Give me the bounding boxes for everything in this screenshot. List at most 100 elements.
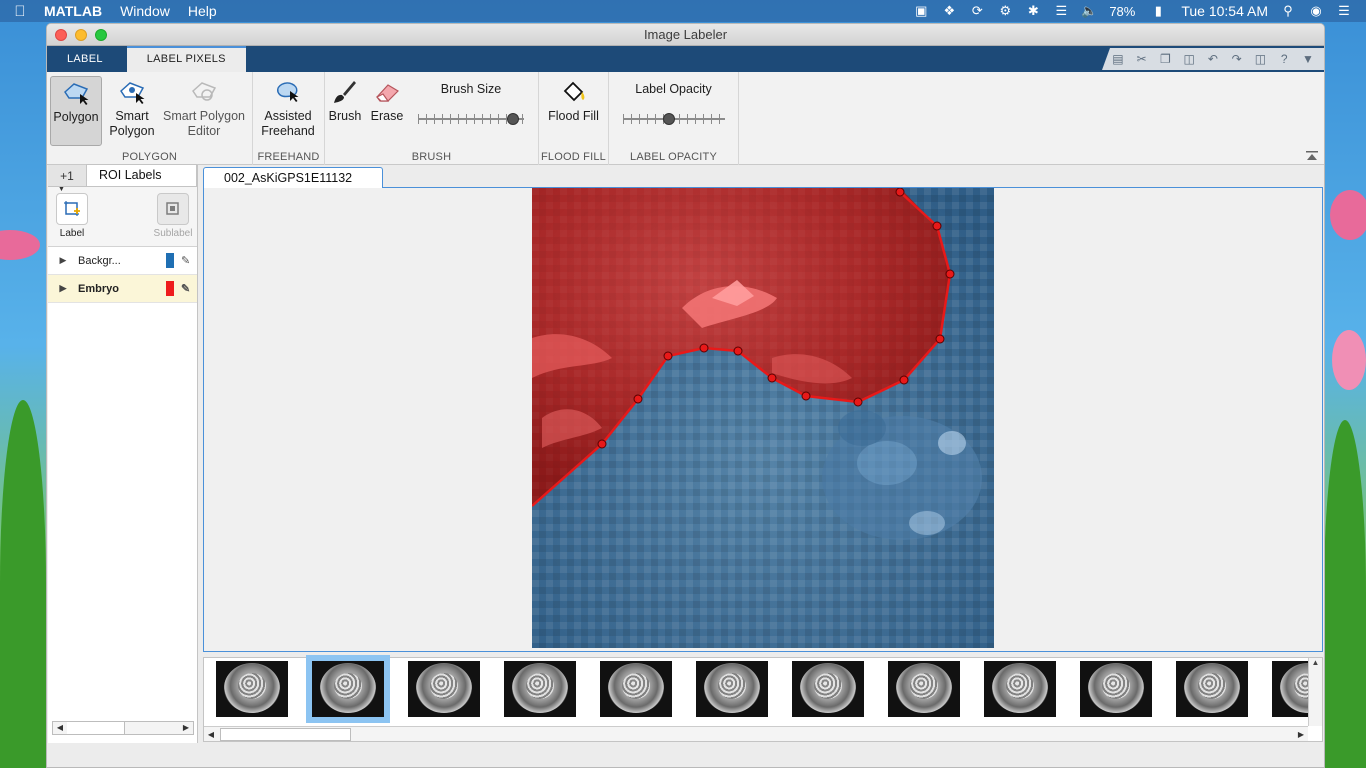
left-panel-horizontal-scrollbar[interactable]: ◀ ▶ bbox=[52, 721, 194, 735]
image-thumbnail[interactable] bbox=[888, 661, 960, 717]
menu-window[interactable]: Window bbox=[111, 3, 179, 19]
label-opacity-slider-thumb[interactable] bbox=[663, 113, 675, 125]
filmstrip-horizontal-scrollbar[interactable]: ◀ ▶ bbox=[204, 726, 1308, 741]
notification-center-icon[interactable]: ☰ bbox=[1336, 4, 1352, 18]
smart-polygon-label-1: Smart bbox=[115, 109, 149, 123]
title-bar[interactable]: Image Labeler bbox=[47, 24, 1324, 46]
image-thumbnail[interactable] bbox=[600, 661, 672, 717]
group-label-freehand: FREEHAND bbox=[257, 151, 320, 163]
copy-icon[interactable]: ❐ bbox=[1157, 52, 1173, 66]
image-thumbnail[interactable] bbox=[792, 661, 864, 717]
assisted-freehand-icon bbox=[274, 78, 302, 106]
polygon-vertex-handle[interactable] bbox=[597, 439, 607, 449]
brush-size-label: Brush Size bbox=[440, 82, 502, 96]
polygon-vertex-handle[interactable] bbox=[895, 188, 905, 197]
brush-icon bbox=[331, 78, 359, 106]
scroll-right-icon[interactable]: ▶ bbox=[179, 722, 193, 734]
image-thumbnail[interactable] bbox=[408, 661, 480, 717]
tab-attributes-toggle[interactable]: +1 ▼ bbox=[48, 166, 86, 193]
scroll-left-icon[interactable]: ◀ bbox=[53, 722, 67, 734]
expand-arrow-icon[interactable]: ▶ bbox=[48, 283, 78, 294]
roi-label-row[interactable]: ▶ Backgr... ✎ bbox=[48, 247, 197, 275]
roi-label-row[interactable]: ▶ Embryo ✎ bbox=[48, 275, 197, 303]
undo-icon[interactable]: ↶ bbox=[1205, 52, 1221, 66]
dropbox-icon[interactable]: ❖ bbox=[941, 4, 957, 18]
wifi-icon[interactable]: ☰ bbox=[1053, 4, 1069, 18]
filmstrip-vertical-scrollbar[interactable]: ▲ bbox=[1308, 658, 1322, 726]
paste-icon[interactable]: ◫ bbox=[1181, 52, 1197, 66]
image-thumbnail[interactable] bbox=[306, 655, 390, 723]
camera-icon[interactable]: ▣ bbox=[913, 4, 929, 18]
label-opacity-label: Label Opacity bbox=[635, 82, 712, 96]
wallpaper-grass bbox=[0, 400, 46, 768]
image-thumbnail[interactable] bbox=[1272, 661, 1308, 717]
ribbon-group-polygon: Polygon Smart Polygon Smart Polygon Edit… bbox=[47, 72, 253, 165]
clock[interactable]: Tue 10:54 AM bbox=[1181, 3, 1268, 19]
polygon-button[interactable]: Polygon bbox=[50, 76, 102, 146]
cut-icon[interactable]: ✂ bbox=[1134, 52, 1150, 66]
spotlight-search-icon[interactable]: ⚲ bbox=[1280, 4, 1296, 18]
eraser-icon bbox=[373, 78, 401, 106]
help-icon[interactable]: ? bbox=[1276, 52, 1292, 66]
polygon-vertex-handle[interactable] bbox=[663, 351, 673, 361]
polygon-label: Polygon bbox=[53, 110, 99, 124]
scroll-right-icon[interactable]: ▶ bbox=[1294, 730, 1308, 739]
image-thumbnail[interactable] bbox=[504, 661, 576, 717]
ribbon-group-freehand: Assisted Freehand FREEHAND bbox=[253, 72, 325, 165]
image-thumbnail[interactable] bbox=[984, 661, 1056, 717]
roi-label-color-swatch bbox=[166, 281, 174, 296]
tab-label[interactable]: LABEL bbox=[47, 46, 123, 72]
layout-icon[interactable]: ◫ bbox=[1252, 52, 1268, 66]
edit-label-icon[interactable]: ✎ bbox=[181, 254, 197, 267]
menu-app-name[interactable]: MATLAB bbox=[40, 3, 111, 19]
minimize-window-button[interactable] bbox=[75, 29, 87, 41]
vpn-icon[interactable]: ⚙ bbox=[997, 4, 1013, 18]
image-canvas[interactable] bbox=[203, 188, 1323, 652]
add-sublabel-text: Sublabel bbox=[153, 228, 193, 239]
image-thumbnail[interactable] bbox=[696, 661, 768, 717]
bluetooth-icon[interactable]: ✱ bbox=[1025, 4, 1041, 18]
tab-label-pixels[interactable]: LABEL PIXELS bbox=[126, 46, 246, 72]
battery-icon[interactable]: ▮ bbox=[1147, 4, 1169, 18]
menu-help[interactable]: Help bbox=[179, 3, 226, 19]
labeled-image[interactable] bbox=[532, 188, 994, 648]
polygon-vertex-handle[interactable] bbox=[767, 373, 777, 383]
brush-size-slider[interactable] bbox=[418, 112, 524, 126]
scroll-left-icon[interactable]: ◀ bbox=[204, 730, 218, 739]
battery-percent[interactable]: 78% bbox=[1109, 4, 1135, 19]
window-title: Image Labeler bbox=[643, 27, 728, 42]
collapse-ribbon-icon[interactable] bbox=[1306, 148, 1318, 160]
polygon-vertex-handle[interactable] bbox=[945, 269, 955, 279]
scrollbar-thumb[interactable] bbox=[220, 727, 351, 741]
options-dropdown-icon[interactable]: ▼ bbox=[1300, 52, 1316, 66]
tab-roi-labels[interactable]: ROI Labels bbox=[86, 164, 197, 186]
polygon-vertex-handle[interactable] bbox=[801, 391, 811, 401]
redo-icon[interactable]: ↷ bbox=[1229, 52, 1245, 66]
image-thumbnail[interactable] bbox=[1080, 661, 1152, 717]
scrollbar-thumb[interactable] bbox=[67, 722, 125, 734]
paint-bucket-icon bbox=[560, 78, 588, 106]
image-thumbnail[interactable] bbox=[216, 661, 288, 717]
polygon-vertex-handle[interactable] bbox=[935, 334, 945, 344]
close-window-button[interactable] bbox=[55, 29, 67, 41]
polygon-vertex-handle[interactable] bbox=[932, 221, 942, 231]
expand-arrow-icon[interactable]: ▶ bbox=[48, 255, 78, 266]
image-thumbnail[interactable] bbox=[1176, 661, 1248, 717]
zoom-window-button[interactable] bbox=[95, 29, 107, 41]
sync-icon[interactable]: ⟳ bbox=[969, 4, 985, 18]
add-label-button[interactable]: Label bbox=[52, 193, 92, 246]
save-icon[interactable]: ▤ bbox=[1110, 52, 1126, 66]
siri-icon[interactable]: ◉ bbox=[1308, 4, 1324, 18]
scroll-up-icon[interactable]: ▲ bbox=[1309, 658, 1322, 667]
polygon-vertex-handle[interactable] bbox=[853, 397, 863, 407]
polygon-vertex-handle[interactable] bbox=[899, 375, 909, 385]
edit-label-icon[interactable]: ✎ bbox=[181, 282, 197, 295]
tab-image-002[interactable]: 002_AsKiGPS1E11132 bbox=[203, 167, 384, 188]
volume-icon[interactable]: 🔈 bbox=[1081, 4, 1097, 18]
polygon-vertex-handle[interactable] bbox=[699, 343, 709, 353]
apple-menu-icon[interactable]:  bbox=[0, 3, 40, 20]
add-sublabel-button[interactable]: Sublabel bbox=[153, 193, 193, 246]
polygon-vertex-handle[interactable] bbox=[633, 394, 643, 404]
label-opacity-slider[interactable] bbox=[622, 112, 725, 126]
polygon-vertex-handle[interactable] bbox=[733, 346, 743, 356]
